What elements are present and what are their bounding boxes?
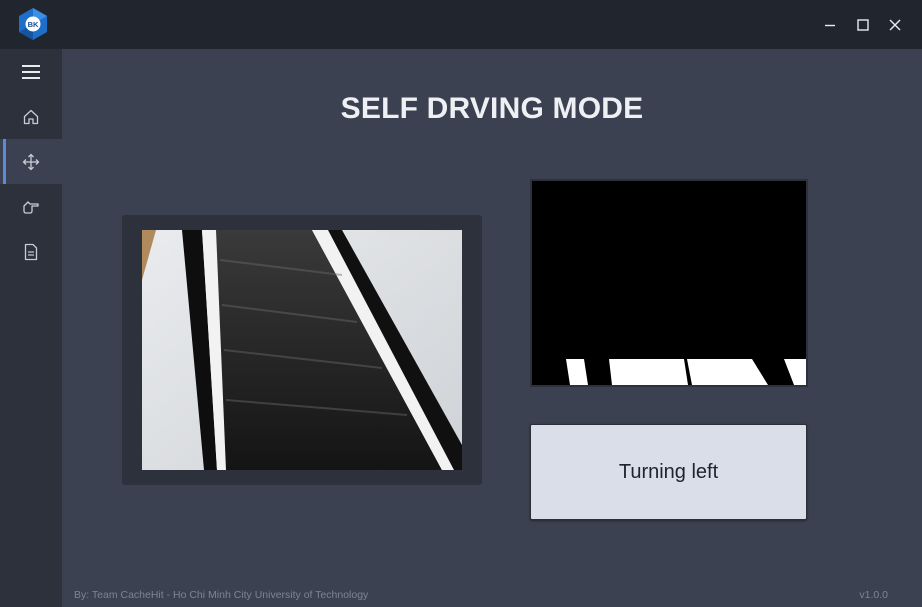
maximize-button[interactable] <box>851 13 875 37</box>
menu-toggle-button[interactable] <box>0 49 62 94</box>
hand-pointer-icon <box>23 200 39 214</box>
hamburger-menu-icon <box>22 64 40 79</box>
title-bar: BK <box>0 0 922 49</box>
minimize-button[interactable] <box>818 13 842 37</box>
maximize-icon <box>857 19 869 31</box>
close-icon <box>889 19 901 31</box>
app-logo: BK <box>17 7 49 41</box>
sidebar <box>0 49 62 607</box>
sidebar-item-report[interactable] <box>0 229 62 274</box>
lane-mask-image <box>532 181 806 385</box>
camera-feed-image <box>142 230 462 470</box>
camera-feed-panel <box>122 215 482 485</box>
home-icon <box>23 109 39 124</box>
logo-text: BK <box>28 20 39 29</box>
move-arrows-icon <box>22 153 40 170</box>
lane-mask-view <box>530 179 808 387</box>
sidebar-item-self-driving[interactable] <box>0 139 62 184</box>
close-button[interactable] <box>883 13 907 37</box>
page-title: SELF DRVING MODE <box>340 92 644 125</box>
footer-credit: By: Team CacheHit - Ho Chi Minh City Uni… <box>74 589 369 601</box>
app-version: v1.0.0 <box>859 589 888 601</box>
sidebar-item-manual-control[interactable] <box>0 184 62 229</box>
sidebar-item-home[interactable] <box>0 94 62 139</box>
minimize-icon <box>825 24 835 27</box>
document-icon <box>24 243 38 260</box>
steering-status-box: Turning left <box>530 424 807 520</box>
